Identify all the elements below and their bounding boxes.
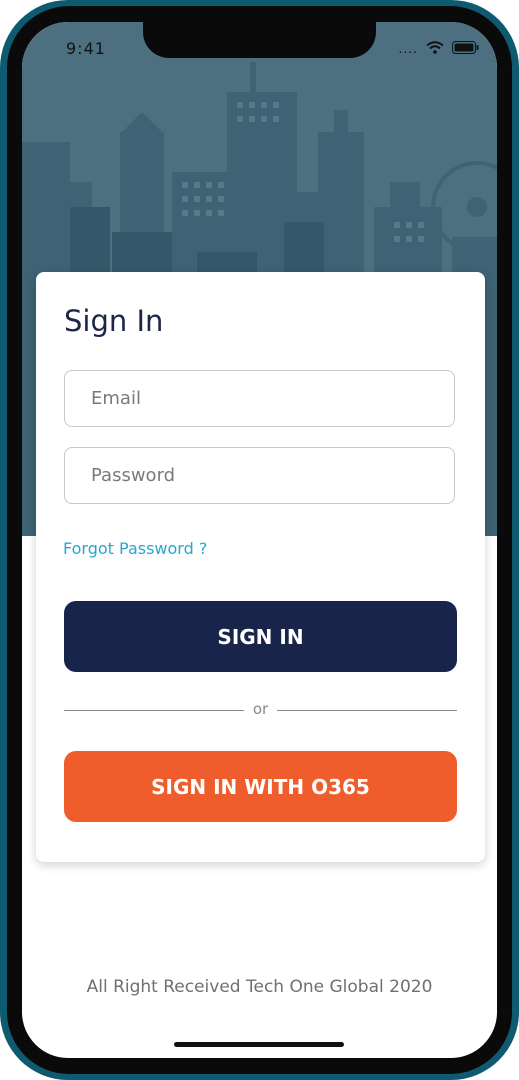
- battery-icon: [452, 41, 479, 54]
- phone-screen: 9:41 .... Sign In Forgot Password ?: [22, 22, 497, 1058]
- or-divider: or: [64, 700, 457, 720]
- camera-notch: [143, 22, 376, 58]
- divider-or-text: or: [252, 700, 269, 718]
- email-field-container: [64, 370, 455, 427]
- sign-in-button[interactable]: SIGN IN: [64, 601, 457, 672]
- email-field[interactable]: [65, 371, 454, 426]
- divider-line-right: [277, 710, 457, 711]
- home-indicator: [174, 1042, 344, 1047]
- footer-copyright: All Right Received Tech One Global 2020: [86, 977, 433, 997]
- password-field-container: [64, 447, 455, 504]
- sign-in-card: Sign In Forgot Password ? SIGN IN or SIG…: [36, 272, 485, 862]
- status-icons: ....: [398, 39, 479, 56]
- password-field[interactable]: [65, 448, 454, 503]
- signal-dots: ....: [398, 39, 418, 56]
- forgot-password-link[interactable]: Forgot Password ?: [63, 539, 207, 558]
- sign-in-o365-button[interactable]: SIGN IN WITH O365: [64, 751, 457, 822]
- wifi-icon: [426, 41, 444, 54]
- page-title: Sign In: [64, 304, 164, 338]
- status-time: 9:41: [66, 39, 106, 58]
